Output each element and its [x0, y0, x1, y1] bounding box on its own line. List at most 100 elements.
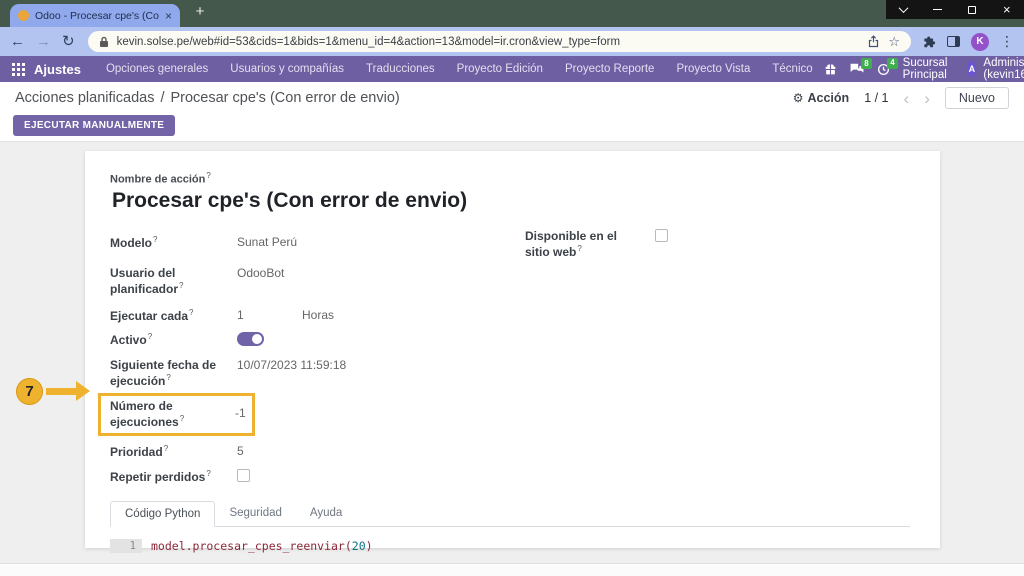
- odoo-menubar: Ajustes Opciones generales Usuarios y co…: [0, 56, 1024, 82]
- pager-next-icon[interactable]: ›: [924, 90, 930, 107]
- browser-tab-strip: Odoo - Procesar cpe's (Con erro × + ×: [0, 0, 1024, 27]
- help-marker-icon: ?: [206, 469, 210, 478]
- breadcrumb-parent[interactable]: Acciones planificadas: [15, 90, 154, 106]
- notebook-tabs: Código Python Seguridad Ayuda: [110, 501, 910, 527]
- odoo-favicon-icon: [18, 10, 29, 21]
- action-name-value[interactable]: Procesar cpe's (Con error de envio): [112, 189, 910, 213]
- run-manually-button[interactable]: EJECUTAR MANUALMENTE: [13, 115, 175, 136]
- user-menu[interactable]: Administrator (kevin16): [983, 57, 1024, 81]
- field-label-usuario: Usuario del planificador?: [110, 266, 232, 297]
- share-icon[interactable]: [867, 35, 880, 48]
- chevron-down-icon: [898, 3, 908, 13]
- lock-icon: [99, 36, 109, 48]
- repetir-perdidos-checkbox[interactable]: [237, 469, 250, 482]
- main-content: Nombre de acción? Procesar cpe's (Con er…: [0, 142, 1024, 563]
- modules-gift-icon[interactable]: [824, 63, 837, 76]
- tab-seguridad[interactable]: Seguridad: [215, 501, 295, 527]
- field-label-prioridad: Prioridad?: [110, 444, 232, 460]
- help-marker-icon: ?: [148, 332, 152, 341]
- bottom-strip: [0, 563, 1024, 576]
- field-label-nombre-de-accion: Nombre de acción?: [110, 171, 910, 186]
- pager-value: 1 / 1: [864, 91, 888, 105]
- app-name[interactable]: Ajustes: [34, 62, 81, 77]
- code-line-number: 1: [110, 539, 142, 553]
- help-marker-icon: ?: [179, 281, 183, 290]
- field-value-numero-ejecuciones[interactable]: -1: [235, 406, 246, 422]
- field-label-activo: Activo?: [110, 332, 232, 348]
- field-row-ejecutar-cada: Ejecutar cada? 1 Horas: [110, 308, 540, 324]
- help-marker-icon: ?: [180, 414, 184, 423]
- menubar-item-proyecto-reporte[interactable]: Proyecto Reporte: [554, 63, 666, 75]
- messages-badge: 8: [861, 58, 871, 69]
- tab-ayuda[interactable]: Ayuda: [296, 501, 356, 527]
- activities-clock-icon[interactable]: 4: [877, 63, 890, 76]
- field-value-usuario[interactable]: OdooBot: [237, 266, 284, 282]
- field-row-usuario: Usuario del planificador? OdooBot: [110, 266, 540, 297]
- tab-title: Odoo - Procesar cpe's (Con erro: [35, 10, 159, 22]
- field-row-activo: Activo?: [110, 332, 540, 348]
- help-marker-icon: ?: [577, 244, 581, 253]
- action-menu-button[interactable]: ⚙ Acción: [793, 91, 849, 105]
- action-menu-label: Acción: [808, 91, 850, 105]
- annotation-arrow-head-icon: [76, 381, 90, 401]
- window-menu-button[interactable]: [886, 0, 921, 19]
- side-panel-icon[interactable]: [947, 36, 960, 47]
- annotation-arrow: [46, 388, 76, 395]
- new-tab-button[interactable]: +: [190, 2, 210, 22]
- url-bar[interactable]: kevin.solse.pe/web#id=53&cids=1&bids=1&m…: [88, 31, 911, 52]
- apps-grid-icon[interactable]: [12, 63, 25, 76]
- code-text: model.procesar_cpes_reenviar(20): [151, 539, 373, 553]
- field-row-disponible-sitio-web: Disponible en el sitio web?: [525, 229, 668, 260]
- pager-previous-icon[interactable]: ‹: [904, 90, 910, 107]
- highlight-box: Número de ejecuciones? -1: [98, 393, 255, 436]
- reload-icon[interactable]: ↻: [62, 34, 75, 49]
- extensions-puzzle-icon[interactable]: [922, 35, 936, 49]
- browser-tab[interactable]: Odoo - Procesar cpe's (Con erro ×: [10, 4, 180, 27]
- activo-toggle[interactable]: [237, 332, 264, 346]
- browser-profile-avatar[interactable]: K: [971, 33, 989, 51]
- field-value-ejecutar-cada[interactable]: 1: [237, 308, 302, 324]
- code-line: 1 model.procesar_cpes_reenviar(20): [110, 539, 910, 553]
- field-label-siguiente-fecha: Siguiente fecha de ejecución?: [110, 358, 232, 389]
- gear-icon: ⚙: [793, 91, 804, 105]
- close-window-button[interactable]: ×: [990, 0, 1024, 19]
- disponible-sitio-web-checkbox[interactable]: [655, 229, 668, 242]
- field-row-modelo: Modelo? Sunat Perú: [110, 235, 540, 251]
- tab-close-icon[interactable]: ×: [165, 9, 172, 23]
- breadcrumb: Acciones planificadas / Procesar cpe's (…: [15, 90, 400, 106]
- help-marker-icon: ?: [189, 308, 193, 317]
- field-unit-ejecutar-cada: Horas: [302, 308, 334, 324]
- company-selector[interactable]: Sucursal Principal: [903, 57, 955, 81]
- field-value-modelo[interactable]: Sunat Perú: [237, 235, 297, 251]
- messages-icon[interactable]: 8: [850, 63, 864, 75]
- field-value-siguiente-fecha[interactable]: 10/07/2023 11:59:18: [237, 358, 346, 374]
- control-panel: Acciones planificadas / Procesar cpe's (…: [0, 82, 1024, 142]
- new-record-button[interactable]: Nuevo: [945, 87, 1009, 109]
- menubar-item-proyecto-vista[interactable]: Proyecto Vista: [665, 63, 761, 75]
- menubar-item-proyecto-edicion[interactable]: Proyecto Edición: [446, 63, 554, 75]
- menubar-item-traducciones[interactable]: Traducciones: [355, 63, 446, 75]
- url-text[interactable]: kevin.solse.pe/web#id=53&cids=1&bids=1&m…: [117, 36, 860, 48]
- form-sheet: Nombre de acción? Procesar cpe's (Con er…: [85, 151, 940, 548]
- menubar-item-opciones-generales[interactable]: Opciones generales: [95, 63, 219, 75]
- field-label-ejecutar-cada: Ejecutar cada?: [110, 308, 232, 324]
- browser-menu-icon[interactable]: ⋮: [1000, 33, 1014, 50]
- window-controls: ×: [886, 0, 1024, 19]
- restore-icon: [968, 6, 976, 14]
- breadcrumb-current: Procesar cpe's (Con error de envio): [170, 90, 399, 106]
- activities-badge: 4: [887, 58, 897, 69]
- menubar-item-usuarios-companias[interactable]: Usuarios y compañías: [219, 63, 355, 75]
- user-avatar[interactable]: A: [967, 61, 976, 77]
- menubar-item-tecnico[interactable]: Técnico: [761, 63, 823, 75]
- help-marker-icon: ?: [166, 373, 170, 382]
- field-row-repetir-perdidos: Repetir perdidos?: [110, 469, 540, 485]
- forward-icon[interactable]: →: [36, 34, 51, 49]
- tab-codigo-python[interactable]: Código Python: [110, 501, 215, 527]
- field-value-prioridad[interactable]: 5: [237, 444, 244, 460]
- help-marker-icon: ?: [206, 171, 210, 180]
- restore-button[interactable]: [955, 0, 990, 19]
- minimize-button[interactable]: [921, 0, 956, 19]
- bookmark-star-icon[interactable]: ☆: [888, 35, 900, 48]
- back-icon[interactable]: ←: [10, 34, 25, 49]
- code-editor[interactable]: 1 model.procesar_cpes_reenviar(20): [110, 527, 910, 553]
